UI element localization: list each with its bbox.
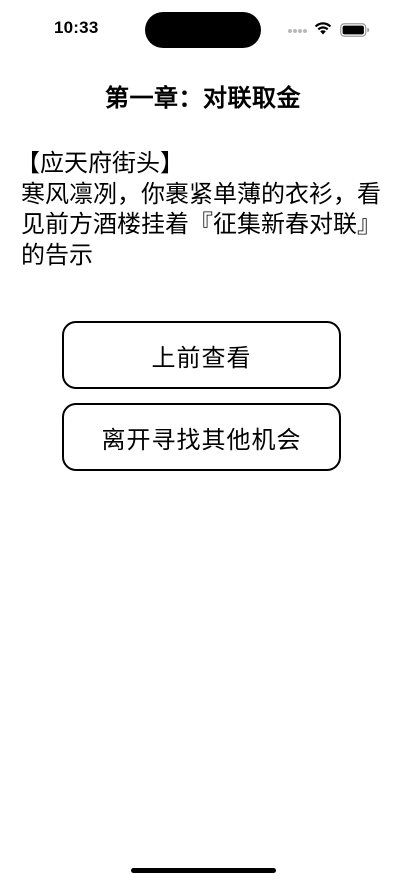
story-narration: 寒风凛冽，你裹紧单薄的衣衫，看见前方酒楼挂着『征集新春对联』的告示 — [21, 179, 381, 269]
status-time: 10:33 — [54, 18, 99, 37]
game-screen: 10:33 第一章：对联取金 【应天府街头】 寒风凛冽，你裹紧单薄的衣衫，看见前… — [0, 0, 406, 883]
wifi-icon — [314, 22, 332, 35]
status-bar: 10:33 — [0, 0, 406, 58]
story-text: 【应天府街头】 寒风凛冽，你裹紧单薄的衣衫，看见前方酒楼挂着『征集新春对联』的告… — [16, 148, 392, 270]
choice-button-leave[interactable]: 离开寻找其他机会 — [62, 403, 341, 471]
signal-dots-icon — [288, 29, 308, 35]
home-indicator[interactable] — [131, 868, 276, 873]
chapter-title: 第一章：对联取金 — [105, 84, 301, 112]
story-location: 【应天府街头】 — [16, 149, 184, 177]
dynamic-island — [145, 12, 261, 48]
battery-icon — [340, 23, 370, 37]
choice-button-inspect[interactable]: 上前查看 — [62, 321, 341, 389]
